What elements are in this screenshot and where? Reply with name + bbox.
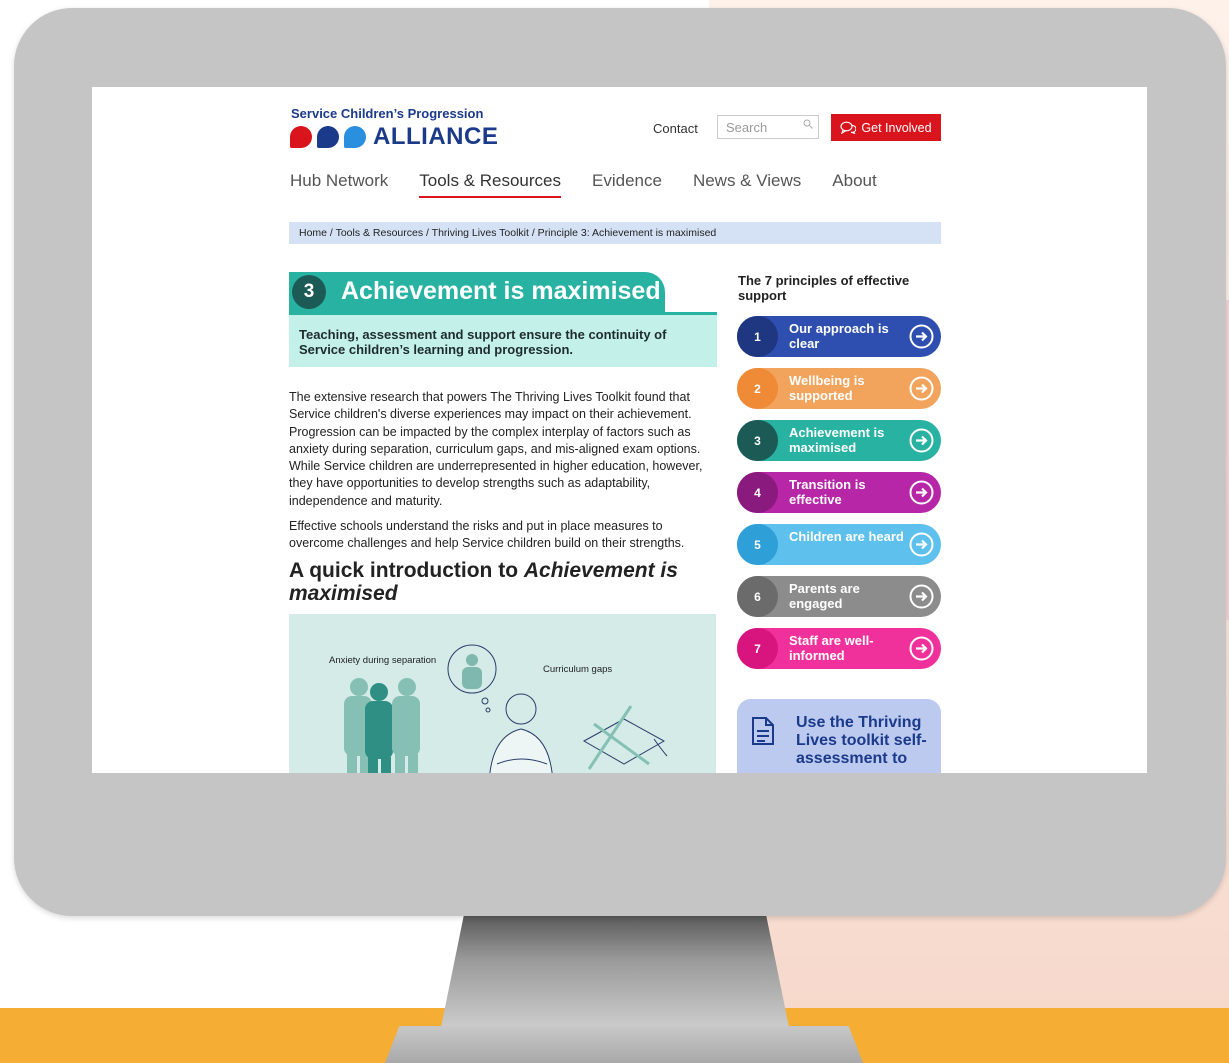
arrow-circle-icon [909,376,934,401]
arrow-circle-icon [909,584,934,609]
principle-link-3[interactable]: 3 Achievement is maximised [737,420,941,461]
principle-link-label: Staff are well-informed [789,633,874,663]
logo-dot-navy [317,126,339,148]
contact-link[interactable]: Contact [653,121,698,136]
illustration-artwork [344,644,668,773]
principle-link-label: Transition is effective [789,477,866,507]
principle-link-label: Our approach is clear [789,321,889,351]
principle-link-1[interactable]: 1 Our approach is clear [737,316,941,357]
search-placeholder: Search [726,120,768,135]
monitor-stand-neck [440,912,790,1032]
nav-evidence[interactable]: Evidence [592,171,662,198]
arrow-circle-icon [909,428,934,453]
principle-link-label: Children are heard [789,529,904,544]
arrow-circle-icon [909,324,934,349]
page-title: Achievement is maximised [341,277,661,305]
logo-tagline[interactable]: Service Children’s Progression [291,106,483,121]
search-input[interactable]: Search [717,115,819,139]
search-icon[interactable] [803,119,813,129]
logo-dot-blue [344,126,366,148]
principle-link-number: 5 [737,524,778,565]
principle-link-7[interactable]: 7 Staff are well-informed [737,628,941,669]
principles-heading: The 7 principles of effective support [738,273,910,303]
principle-link-label: Parents are engaged [789,581,860,611]
principle-subtitle: Teaching, assessment and support ensure … [289,315,717,367]
principle-link-number: 3 [737,420,778,461]
self-assessment-text: Use the Thriving Lives toolkit self-asse… [796,714,927,767]
principle-link-number: 1 [737,316,778,357]
principle-link-5[interactable]: 5 Children are heard [737,524,941,565]
principle-title-tab: 3 Achievement is maximised [289,272,665,312]
principle-link-2[interactable]: 2 Wellbeing is supported [737,368,941,409]
logo-dot-red [290,126,312,148]
intro-heading-prefix: A quick introduction to [289,559,524,582]
logo-wordmark[interactable]: ALLIANCE [373,123,498,151]
get-involved-button[interactable]: Get Involved [831,114,941,141]
self-assessment-card[interactable]: Use the Thriving Lives toolkit self-asse… [737,699,941,773]
nav-about[interactable]: About [832,171,876,198]
body-paragraph-2: Effective schools understand the risks a… [289,519,685,551]
monitor-screen: Service Children’s Progression ALLIANCE … [92,87,1147,773]
principle-link-number: 4 [737,472,778,513]
document-icon [752,717,774,745]
principle-link-label: Achievement is maximised [789,425,885,455]
main-nav: Hub Network Tools & Resources Evidence N… [290,171,908,198]
arrow-circle-icon [909,636,934,661]
principle-number: 3 [292,275,326,309]
intro-heading: A quick introduction to Achievement is m… [289,559,719,605]
principle-link-4[interactable]: 4 Transition is effective [737,472,941,513]
nav-news-views[interactable]: News & Views [693,171,801,198]
arrow-circle-icon [909,480,934,505]
body-paragraph-1: The extensive research that powers The T… [289,390,703,508]
principle-link-number: 2 [737,368,778,409]
principle-link-number: 7 [737,628,778,669]
nav-tools-resources[interactable]: Tools & Resources [419,171,561,198]
principle-link-label: Wellbeing is supported [789,373,865,403]
monitor-stand-base [385,1026,863,1063]
principle-link-6[interactable]: 6 Parents are engaged [737,576,941,617]
breadcrumb[interactable]: Home / Tools & Resources / Thriving Live… [289,222,941,244]
intro-video-illustration[interactable]: Anxiety during separation Curriculum gap… [289,614,716,773]
nav-hub-network[interactable]: Hub Network [290,171,388,198]
arrow-circle-icon [909,532,934,557]
principle-link-number: 6 [737,576,778,617]
get-involved-label: Get Involved [861,120,932,135]
chat-icon [840,121,857,134]
